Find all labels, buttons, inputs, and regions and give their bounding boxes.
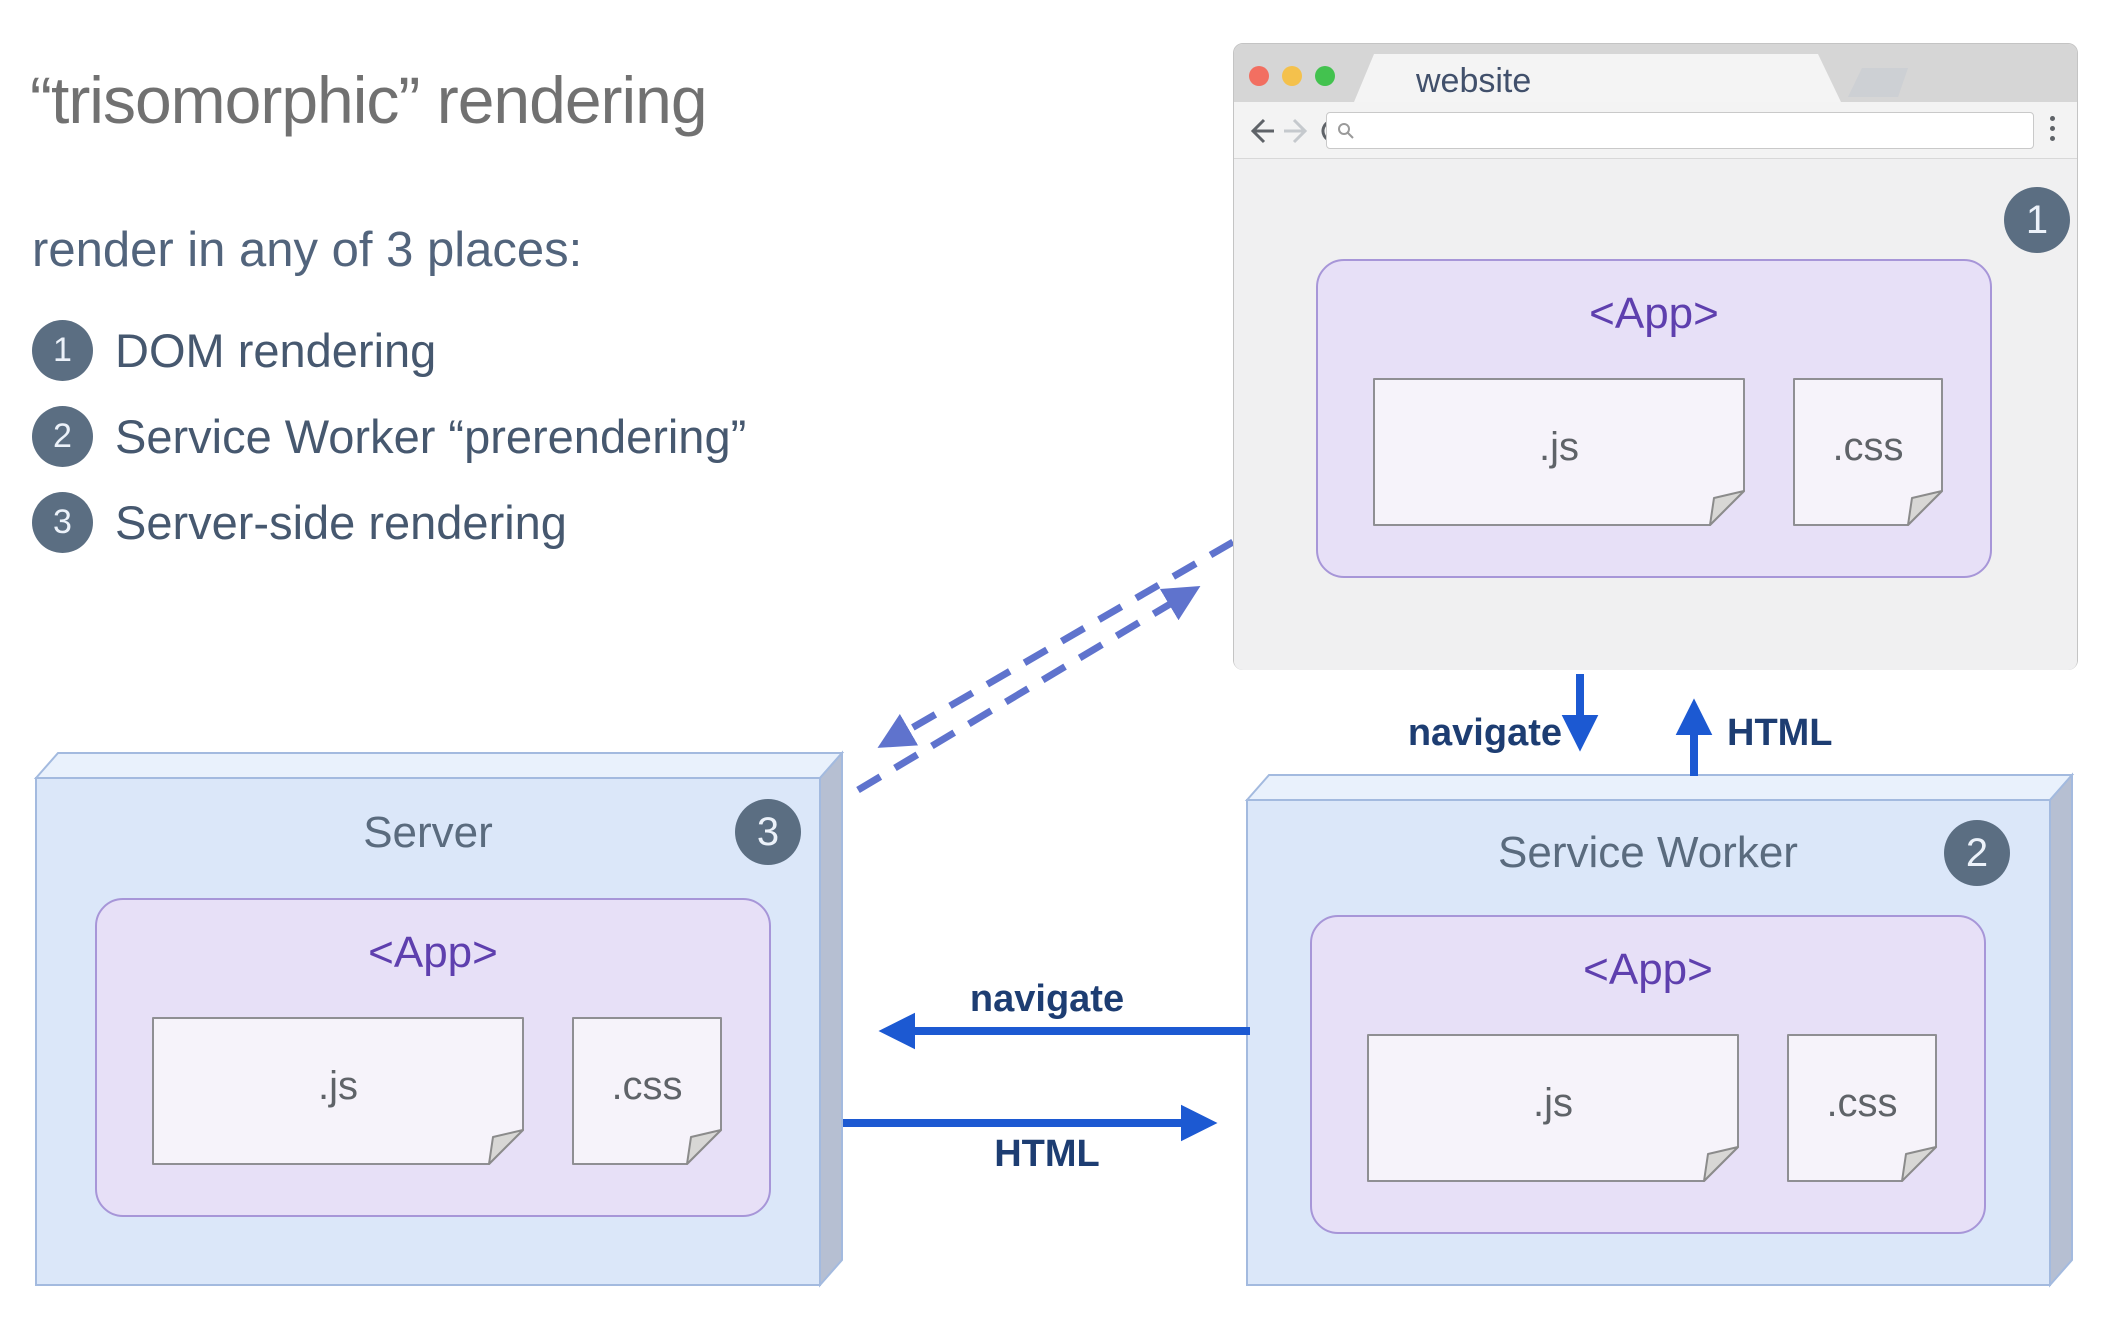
url-input[interactable] [1363,114,2033,147]
page-title: “trisomorphic” rendering [30,63,708,137]
forward-button[interactable] [1282,102,1312,159]
flow-label-html-right: HTML [994,1133,1100,1175]
flow-label-html-up: HTML [1727,712,1833,754]
file-label: .css [611,1063,683,1108]
new-tab-button[interactable] [1848,68,1908,97]
server-title: Server [363,808,493,857]
browser-tabstrip: website [1234,44,2077,103]
css-file: .css [1793,378,1943,526]
back-button[interactable] [1246,102,1276,159]
css-file: .css [1787,1034,1937,1182]
forward-icon [1284,118,1308,143]
back-icon [1250,118,1274,143]
number-badge-server: 3 [735,799,801,865]
number-badge-dom: 1 [2004,187,2070,253]
browser-menu-button[interactable] [2050,116,2055,141]
browser-window: website 1 <App> .js .css [1233,43,2078,670]
menu-dots-icon [2050,126,2055,131]
file-label: .js [1533,1080,1573,1125]
intro-subtitle: render in any of 3 places: [32,223,583,277]
number-badge: 1 [32,320,93,381]
css-file: .css [572,1017,722,1165]
number-badge-service-worker: 2 [1944,820,2010,886]
server-app-box: <App> .js .css [95,898,771,1217]
js-file: .js [1367,1034,1739,1182]
list-item-label: DOM rendering [115,324,437,377]
maximize-window-icon[interactable] [1315,66,1335,86]
number-badge: 2 [32,406,93,467]
browser-app-box: <App> .js .css [1316,259,1992,578]
service-worker-title: Service Worker [1498,828,1798,877]
dashed-arrow-to-browser [856,585,1201,794]
browser-tab[interactable]: website [1354,54,1841,102]
list-item: 3 Server-side rendering [32,492,746,553]
app-tag-label: <App> [1589,289,1719,338]
dashed-arrow-to-server [877,538,1235,748]
app-tag-label: <App> [1583,945,1713,994]
render-places-list: 1 DOM rendering 2 Service Worker “preren… [32,320,746,553]
list-item: 1 DOM rendering [32,320,746,381]
list-item-label: Server-side rendering [115,496,567,549]
diagram-canvas: “trisomorphic” rendering render in any o… [0,0,2108,1328]
flow-label-navigate-left: navigate [969,978,1125,1020]
url-bar [1326,112,2034,149]
tab-title: website [1416,62,1532,100]
list-item-label: Service Worker “prerendering” [115,410,747,463]
file-label: .js [1539,424,1579,469]
file-label: .css [1826,1080,1898,1125]
js-file: .js [1373,378,1745,526]
search-icon [1338,122,1354,139]
file-label: .js [318,1063,358,1108]
browser-toolbar [1234,102,2077,159]
list-item: 2 Service Worker “prerendering” [32,406,746,467]
number-badge: 3 [32,492,93,553]
browser-content: 1 <App> .js .css [1234,159,2077,670]
js-file: .js [152,1017,524,1165]
service-worker-app-box: <App> .js .css [1310,915,1986,1234]
close-window-icon[interactable] [1249,66,1269,86]
menu-dots-icon [2050,136,2055,141]
file-label: .css [1832,424,1904,469]
window-controls [1249,66,1335,86]
flow-label-navigate-down: navigate [1407,712,1562,754]
app-tag-label: <App> [368,928,498,977]
minimize-window-icon[interactable] [1282,66,1302,86]
menu-dots-icon [2050,116,2055,121]
